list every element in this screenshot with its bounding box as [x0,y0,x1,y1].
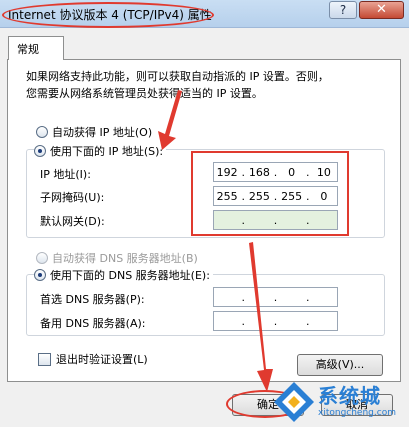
annotation-arrows [158,90,273,392]
watermark-name: 系统城 [318,384,381,408]
watermark-logo-icon [274,382,314,422]
arrow-2 [249,242,273,392]
arrow-1 [158,90,182,150]
watermark: 系统城 xitongcheng.com [268,376,409,427]
watermark-url: xitongcheng.com [318,408,396,418]
